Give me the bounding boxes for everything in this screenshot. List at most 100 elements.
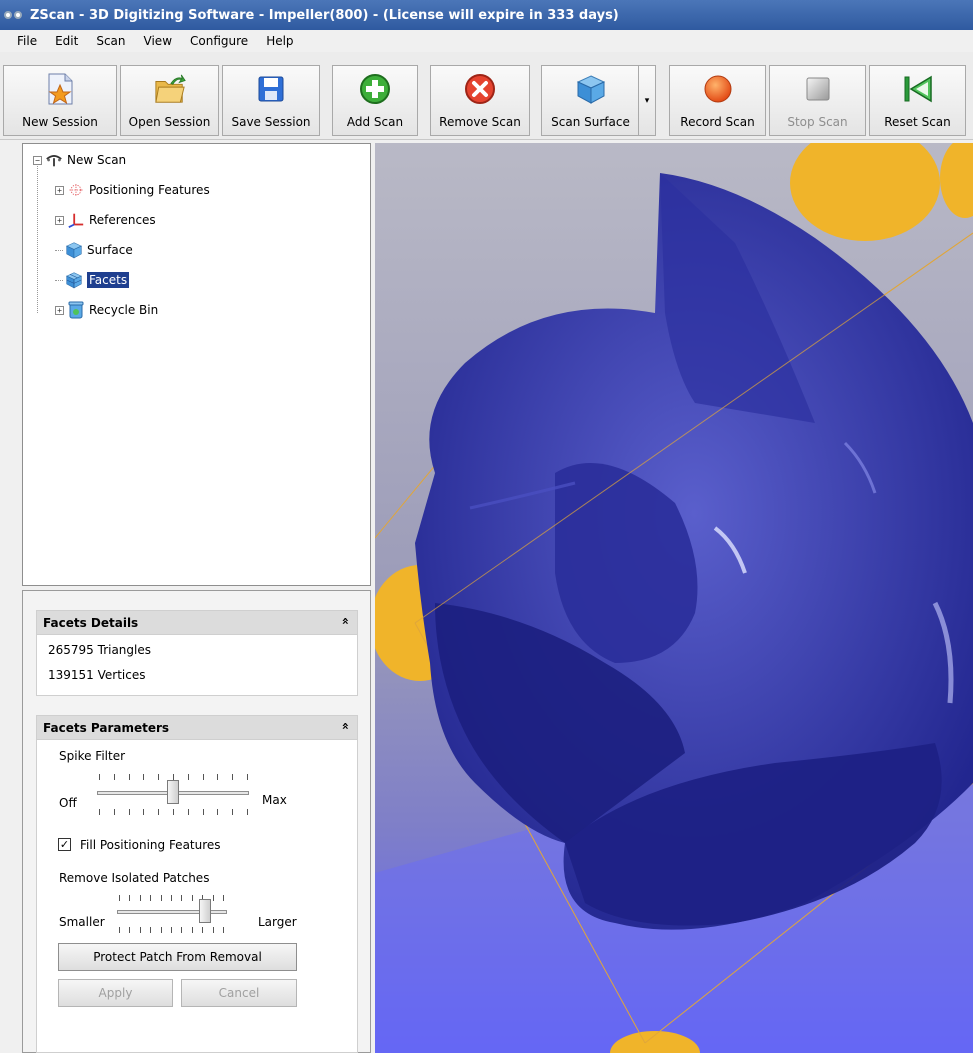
facets-parameters-body: Spike Filter Off Max ✓ Fill Positioning … (36, 740, 358, 1053)
fill-positioning-label: Fill Positioning Features (80, 838, 221, 852)
reset-scan-button[interactable]: Reset Scan (869, 65, 966, 136)
scan-render (375, 143, 973, 1053)
slider-tick (139, 895, 141, 901)
slider-tick (158, 774, 160, 780)
apply-button[interactable]: Apply (58, 979, 173, 1007)
toolbar: New Session Open Session Save Session Ad… (0, 52, 973, 140)
cancel-button[interactable]: Cancel (181, 979, 297, 1007)
slider-tick (217, 809, 219, 815)
slider-tick (212, 895, 214, 901)
open-folder-icon (154, 73, 186, 105)
tree-item-surface[interactable]: Surface (55, 239, 133, 261)
remove-scan-button[interactable]: Remove Scan (430, 65, 530, 136)
spike-filter-min-label: Off (59, 796, 77, 810)
reset-skip-back-icon (902, 73, 934, 105)
spike-filter-max-label: Max (262, 793, 287, 807)
slider-tick (171, 927, 172, 933)
add-scan-label: Add Scan (346, 115, 404, 129)
menu-view[interactable]: View (135, 30, 181, 52)
fill-positioning-checkbox[interactable]: ✓ (58, 838, 71, 851)
slider-ticks (99, 809, 248, 815)
remove-isolated-thumb[interactable] (199, 899, 211, 923)
slider-tick (247, 774, 248, 780)
slider-tick (232, 809, 234, 815)
positioning-features-icon (67, 181, 85, 199)
slider-tick (202, 809, 204, 815)
window-title: ZScan - 3D Digitizing Software - Impelle… (30, 7, 619, 23)
facets-parameters-header[interactable]: Facets Parameters » (36, 715, 358, 740)
scan-mode-dropdown[interactable]: ▾ (638, 65, 656, 136)
slider-tick (202, 774, 204, 780)
slider-tick (191, 895, 193, 901)
tree-item-facets[interactable]: Facets (55, 269, 130, 291)
collapse-section-icon[interactable]: » (338, 617, 352, 625)
slider-tick (160, 927, 162, 933)
tree-guide-line (37, 166, 38, 313)
tree-item-recycle-bin[interactable]: + Recycle Bin (55, 299, 158, 321)
save-session-button[interactable]: Save Session (222, 65, 320, 136)
spike-filter-thumb[interactable] (167, 780, 179, 804)
3d-viewport[interactable] (375, 143, 973, 1053)
menu-file[interactable]: File (8, 30, 46, 52)
vertex-count: 139151 Vertices (48, 668, 146, 682)
open-session-button[interactable]: Open Session (120, 65, 219, 136)
facets-cube-icon (65, 271, 83, 289)
slider-tick (160, 895, 162, 901)
tree-item-positioning-features[interactable]: + Positioning Features (55, 179, 210, 201)
stop-scan-button[interactable]: Stop Scan (769, 65, 866, 136)
new-session-button[interactable]: New Session (3, 65, 117, 136)
protect-patch-button[interactable]: Protect Patch From Removal (58, 943, 297, 971)
slider-tick (99, 774, 100, 780)
slider-tick (181, 895, 183, 901)
slider-tick (158, 809, 160, 815)
record-scan-button[interactable]: Record Scan (669, 65, 766, 136)
slider-tick (223, 927, 224, 933)
app-logo-icon (4, 8, 26, 22)
add-scan-button[interactable]: Add Scan (332, 65, 418, 136)
expand-icon[interactable]: + (55, 215, 64, 225)
tree-root-new-scan[interactable]: − New Scan (33, 149, 126, 171)
tree-item-label: Facets (87, 272, 130, 288)
properties-panel: Facets Details » 265795 Triangles 139151… (22, 590, 371, 1053)
slider-tick (143, 809, 145, 815)
spike-filter-label: Spike Filter (59, 749, 126, 763)
scan-tree: − New Scan + Positioning Features + Refe… (22, 143, 371, 586)
add-plus-icon (359, 73, 391, 105)
chevron-down-icon: ▾ (644, 95, 650, 106)
menu-edit[interactable]: Edit (46, 30, 87, 52)
cube-icon (575, 73, 607, 105)
recycle-bin-icon (67, 301, 85, 319)
expand-icon[interactable]: + (55, 185, 64, 195)
slider-tick (212, 927, 214, 933)
axes-icon (67, 211, 85, 229)
surface-cube-icon (65, 241, 83, 259)
slider-tick (187, 774, 189, 780)
tree-item-references[interactable]: + References (55, 209, 156, 231)
scan-surface-button[interactable]: Scan Surface (541, 65, 640, 136)
slider-tick (119, 927, 120, 933)
collapse-section-icon[interactable]: » (338, 722, 352, 730)
expand-icon[interactable]: + (55, 305, 64, 315)
menu-scan[interactable]: Scan (87, 30, 134, 52)
slider-tick (99, 809, 100, 815)
tree-item-label: Surface (87, 243, 133, 257)
facets-details-header[interactable]: Facets Details » (36, 610, 358, 635)
slider-tick (232, 774, 234, 780)
collapse-icon[interactable]: − (33, 155, 42, 165)
slider-tick (143, 774, 145, 780)
remove-x-icon (464, 73, 496, 105)
title-bar: ZScan - 3D Digitizing Software - Impelle… (0, 0, 973, 30)
scan-surface-label: Scan Surface (551, 115, 630, 129)
tree-item-label: Recycle Bin (89, 303, 159, 317)
menu-help[interactable]: Help (257, 30, 302, 52)
menu-configure[interactable]: Configure (181, 30, 257, 52)
check-mark-icon: ✓ (59, 838, 70, 851)
facets-details-body: 265795 Triangles 139151 Vertices (36, 635, 358, 696)
remove-isolated-max-label: Larger (258, 915, 297, 929)
tree-root-label: New Scan (67, 153, 127, 167)
slider-tick (113, 809, 115, 815)
triangle-count: 265795 Triangles (48, 643, 152, 657)
record-scan-label: Record Scan (680, 115, 755, 129)
slider-tick (128, 774, 130, 780)
tree-item-label: Positioning Features (89, 183, 210, 197)
